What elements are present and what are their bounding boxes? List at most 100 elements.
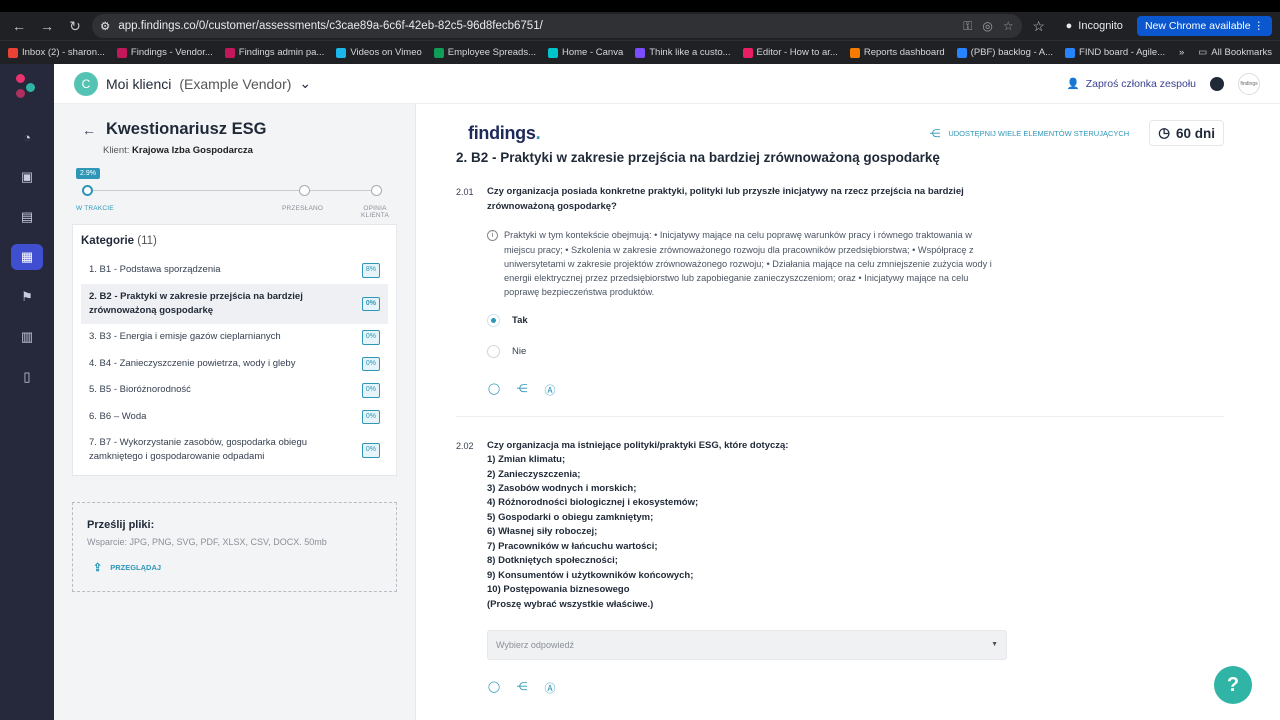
bookmark-favicon-icon: [635, 47, 646, 58]
browser-toolbar: ← → ↻ ⚙ app.findings.co/0/customer/asses…: [0, 12, 1280, 40]
category-item[interactable]: 7. B7 - Wykorzystanie zasobów, gospodark…: [81, 430, 388, 471]
clipboard-icon[interactable]: ▦: [11, 244, 43, 270]
invite-team-member-button[interactable]: 👤 Zaproś członka zespołu: [1067, 77, 1196, 91]
question-line: 1) Zmian klimatu;: [487, 454, 566, 466]
address-bar[interactable]: ⚙ app.findings.co/0/customer/assessments…: [92, 14, 1022, 38]
step-in-progress: [82, 185, 93, 196]
question-text: Czy organizacja posiada konkretne prakty…: [487, 186, 964, 212]
question-text: Czy organizacja ma istniejące polityki/p…: [487, 439, 1224, 612]
question-line: 8) Dotkniętych społeczności;: [487, 555, 618, 567]
bookmark-item[interactable]: Employee Spreads...: [433, 47, 536, 58]
step-label: W TRAKCIE: [76, 205, 114, 212]
bookmark-item[interactable]: FIND board - Agile...: [1065, 47, 1165, 58]
comment-icon[interactable]: ◯: [487, 382, 501, 398]
answer-select[interactable]: Wybierz odpowiedź ▼: [487, 629, 1007, 660]
bookmark-item[interactable]: Home - Canva: [547, 47, 623, 58]
question-pane: findings. ⋲ UDOSTĘPNIJ WIELE ELEMENTÓW S…: [416, 104, 1280, 720]
bookmark-item[interactable]: Editor - How to ar...: [742, 47, 838, 58]
question-line: Czy organizacja ma istniejące polityki/p…: [487, 439, 789, 451]
assessment-sidebar: ← Kwestionariusz ESG Klient: Krajowa Izb…: [54, 104, 416, 720]
key-icon[interactable]: ⚿: [963, 19, 972, 34]
question-line: 7) Pracowników w łańcuchu wartości;: [487, 540, 658, 552]
bookmark-favicon-icon: [8, 47, 18, 58]
bookmark-favicon-icon: [742, 47, 753, 58]
category-item[interactable]: 4. B4 - Zanieczyszczenie powietrza, wody…: [81, 351, 388, 378]
bookmarks-bar: Inbox (2) - sharon... Findings - Vendor..…: [0, 40, 1280, 64]
question-line: 9) Konsumentów i użytkowników końcowych;: [487, 569, 694, 581]
back-arrow-icon[interactable]: ←: [82, 122, 96, 138]
bookmark-item[interactable]: Findings admin pa...: [224, 47, 324, 58]
upload-dropzone[interactable]: Prześlij pliki: Wsparcie: JPG, PNG, SVG,…: [72, 501, 397, 592]
chevron-down-icon: ⌄: [299, 75, 312, 91]
progress-stepper: 2.9% W TRAKCIE PRZESŁANO OPINIA KLIENTA: [72, 166, 397, 220]
categories-heading: Kategorie (11): [81, 235, 157, 247]
extensions-icon[interactable]: ☆: [1028, 15, 1050, 37]
document-search-icon[interactable]: ▤: [11, 204, 43, 230]
app-topbar: C Moi klienci (Example Vendor) ⌄ 👤 Zapro…: [54, 64, 1280, 104]
bookmark-item[interactable]: Think like a custo...: [635, 47, 731, 58]
bookmarks-overflow-icon[interactable]: »: [1179, 47, 1184, 58]
bookmark-item[interactable]: Inbox (2) - sharon...: [8, 47, 105, 58]
category-item[interactable]: 2. B2 - Praktyki w zakresie przejścia na…: [81, 283, 388, 324]
file-icon[interactable]: ▯: [11, 364, 43, 390]
assign-icon[interactable]: Ⓐ: [543, 680, 557, 696]
option-yes[interactable]: Tak: [487, 310, 1224, 331]
share-icon[interactable]: ⋲: [515, 680, 529, 696]
category-item[interactable]: 1. B1 - Podstawa sporządzenia 8%: [81, 257, 388, 284]
radio-yes[interactable]: [487, 313, 500, 327]
back-arrow-icon[interactable]: ←: [8, 15, 30, 37]
radio-no[interactable]: [487, 344, 500, 358]
bookmark-favicon-icon: [224, 47, 235, 58]
star-icon[interactable]: ☆: [1003, 19, 1014, 34]
divider: [456, 415, 1224, 417]
bookmark-item[interactable]: Reports dashboard: [849, 47, 945, 58]
bookmark-item[interactable]: Findings - Vendor...: [116, 47, 213, 58]
chat-icon[interactable]: [1210, 76, 1224, 91]
categories-panel: Kategorie (11) 1. B1 - Podstawa sporządz…: [72, 224, 397, 476]
section-title: 2. B2 - Praktyki w zakresie przejścia na…: [456, 150, 940, 165]
category-item[interactable]: 5. B5 - Bioróżnorodność 0%: [81, 377, 388, 404]
eye-off-icon[interactable]: ◎: [982, 19, 992, 34]
findings-logo[interactable]: [14, 74, 40, 100]
incognito-indicator[interactable]: ● Incognito: [1066, 20, 1123, 32]
info-icon: i: [487, 230, 498, 242]
flag-icon[interactable]: ⚑: [11, 284, 43, 310]
step-label: PRZESŁANO: [282, 205, 324, 212]
client-line: Klient: Krajowa Izba Gospodarcza: [103, 145, 253, 156]
bookmark-favicon-icon: [336, 47, 347, 58]
category-item[interactable]: 6. B6 – Woda 0%: [81, 404, 388, 431]
category-progress-badge: 0%: [361, 330, 380, 345]
bookmark-item[interactable]: Videos on Vimeo: [336, 47, 422, 58]
new-chrome-button[interactable]: New Chrome available ⋮: [1136, 16, 1272, 36]
bookmark-favicon-icon: [116, 47, 127, 58]
category-progress-badge: 0%: [361, 356, 380, 371]
share-many-button[interactable]: ⋲ UDOSTĘPNIJ WIELE ELEMENTÓW STERUJĄCYCH: [929, 127, 1129, 140]
category-progress-badge: 8%: [361, 263, 380, 278]
days-remaining: ◷ 60 dni: [1149, 120, 1224, 146]
reload-icon[interactable]: ↻: [64, 15, 86, 37]
progress-badge: 2.9%: [76, 168, 100, 179]
user-avatar[interactable]: findings: [1238, 72, 1260, 95]
step-label: OPINIA KLIENTA: [360, 205, 389, 219]
dashboard-icon[interactable]: ◔: [11, 124, 43, 150]
client-switcher[interactable]: C Moi klienci (Example Vendor) ⌄: [74, 71, 312, 96]
bookmark-item[interactable]: (PBF) backlog - A...: [956, 47, 1053, 58]
help-button[interactable]: ?: [1214, 666, 1252, 704]
presentation-icon[interactable]: ▥: [11, 324, 43, 350]
question-2-02: 2.02 Czy organizacja ma istniejące polit…: [456, 439, 1224, 696]
browse-button[interactable]: ⇪ PRZEGLĄDAJ: [93, 561, 382, 574]
step-submitted: [299, 185, 310, 196]
question-line: (Proszę wybrać wszystkie właściwe.): [487, 598, 654, 610]
share-icon[interactable]: ⋲: [515, 382, 529, 398]
site-settings-icon[interactable]: ⚙: [100, 19, 110, 33]
assign-icon[interactable]: Ⓐ: [543, 382, 557, 398]
forward-arrow-icon[interactable]: →: [36, 15, 58, 37]
question-line: 5) Gospodarki o obiegu zamkniętym;: [487, 511, 654, 523]
option-no[interactable]: Nie: [487, 341, 1224, 362]
category-item[interactable]: 3. B3 - Energia i emisje gazów cieplarni…: [81, 324, 388, 351]
comment-icon[interactable]: ◯: [487, 680, 501, 696]
all-bookmarks[interactable]: ▭ All Bookmarks: [1198, 47, 1272, 58]
question-line: 2) Zanieczyszczenia;: [487, 468, 581, 480]
side-rail: ◔ ▣ ▤ ▦ ⚑ ▥ ▯: [0, 64, 54, 720]
image-icon[interactable]: ▣: [11, 164, 43, 190]
